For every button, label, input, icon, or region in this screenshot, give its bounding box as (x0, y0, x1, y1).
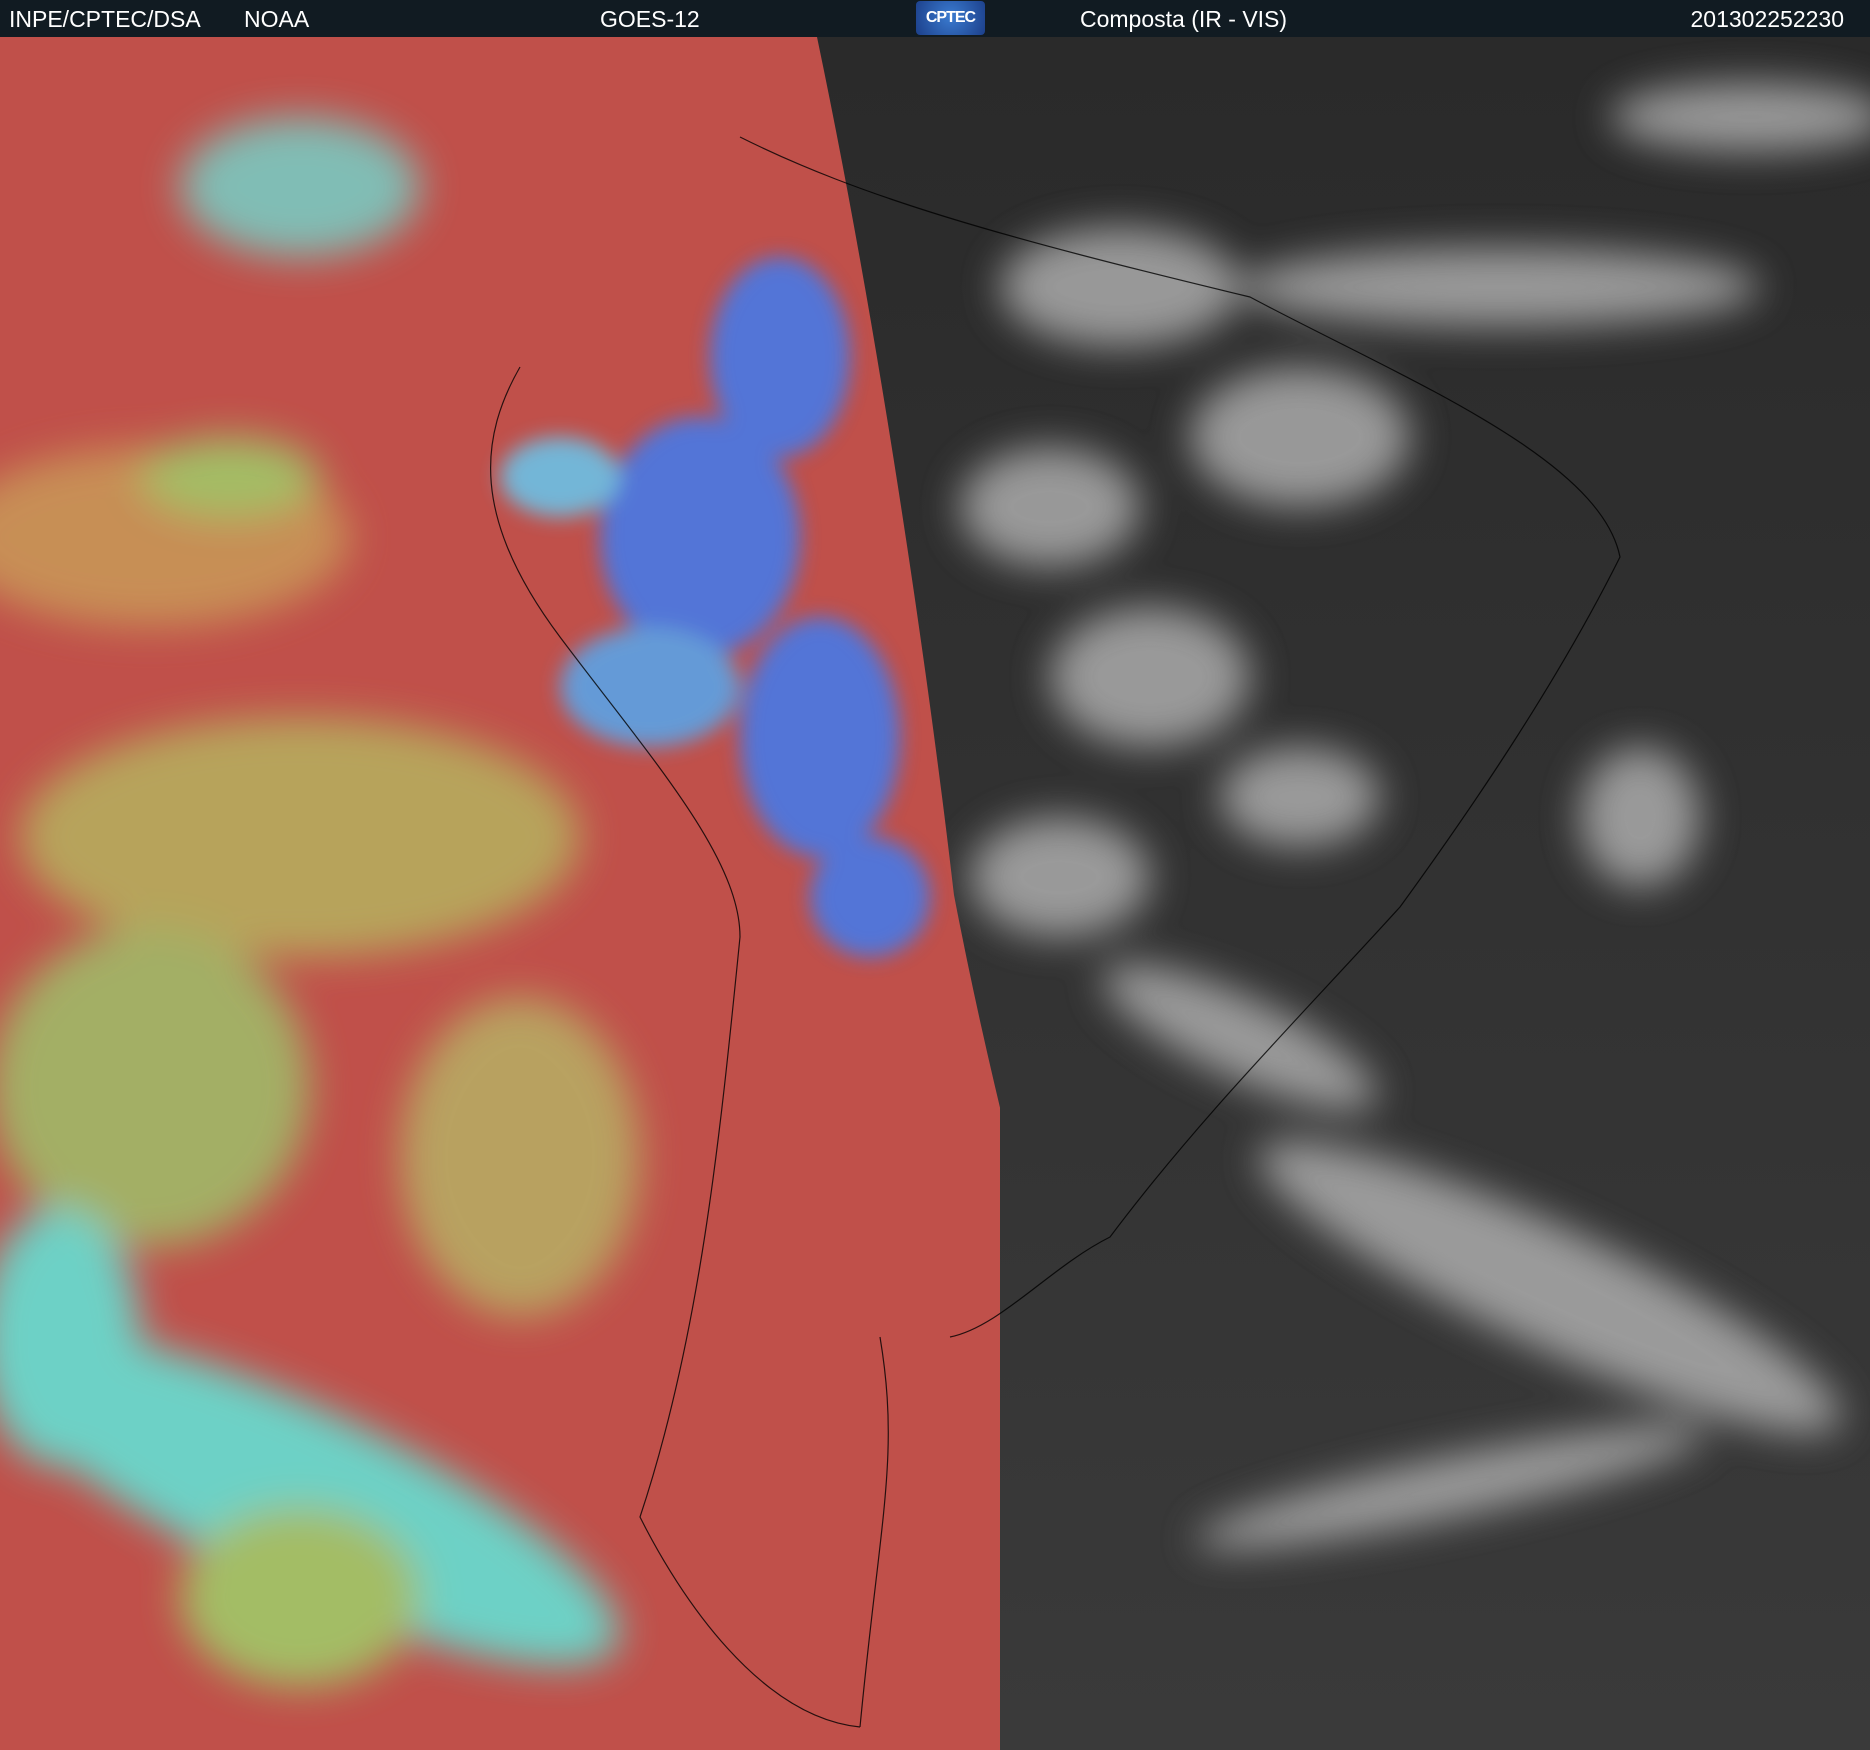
cptec-logo: CPTEC (916, 1, 985, 35)
org-label: INPE/CPTEC/DSA (9, 6, 201, 32)
product-label: Composta (IR - VIS) (1080, 6, 1288, 32)
agency-label: NOAA (244, 6, 310, 32)
timestamp-label: 201302252230 (1690, 6, 1845, 32)
satellite-composite-map (0, 37, 1870, 1750)
satellite-label: GOES-12 (600, 6, 700, 32)
header-bar: INPE/CPTEC/DSA NOAA GOES-12 CPTEC Compos… (0, 0, 1870, 38)
